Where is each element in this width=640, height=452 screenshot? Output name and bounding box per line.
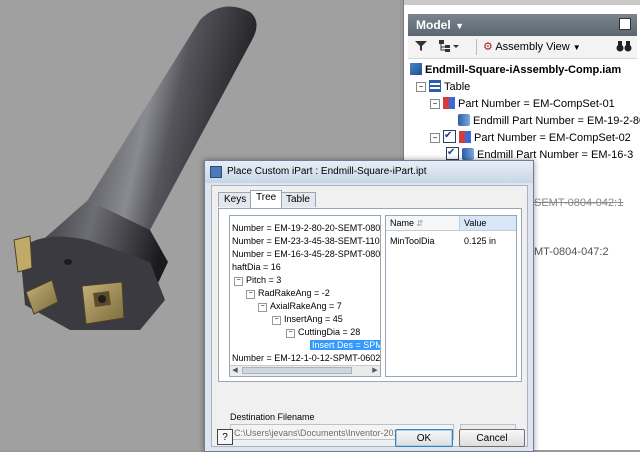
tree-row[interactable]: Number = EM-19-2-80-20-SEMT-0804-0	[232, 222, 380, 234]
browser-toolbar: ⚙ Assembly View ▼	[408, 36, 637, 59]
dialog-body: Keys Tree Table Number = EM-19-2-80-20-S…	[211, 185, 528, 447]
column-header-name[interactable]: Name ⇵	[386, 216, 460, 230]
assembly-view-icon: ⚙	[483, 41, 493, 53]
table-icon	[429, 80, 441, 92]
binoculars-icon[interactable]	[616, 39, 632, 55]
scroll-right-icon[interactable]: ▶	[370, 366, 380, 376]
assembly-view-label: Assembly View	[495, 41, 570, 53]
ipart-tree-list[interactable]: Number = EM-19-2-80-20-SEMT-0804-0 Numbe…	[229, 215, 381, 377]
tree-tab-pane: Number = EM-19-2-80-20-SEMT-0804-0 Numbe…	[218, 208, 522, 382]
checkmark-icon	[446, 145, 459, 161]
cancel-button[interactable]: Cancel	[459, 429, 525, 447]
assembly-view-dropdown[interactable]: ⚙ Assembly View ▼	[476, 39, 581, 55]
tab-keys[interactable]: Keys	[218, 192, 253, 207]
chevron-down-icon[interactable]: ▼	[453, 21, 464, 31]
scrollbar-thumb[interactable]	[242, 367, 352, 374]
collapse-icon[interactable]: −	[416, 82, 426, 92]
collapse-icon[interactable]: −	[272, 316, 281, 325]
close-icon[interactable]	[619, 18, 631, 30]
ipart-row-icon	[459, 131, 471, 143]
tree-item-label: Endmill Part Number = EM-19-2-80	[473, 115, 640, 127]
occluded-text-2: MT-0804-047:2	[534, 246, 609, 258]
scroll-left-icon[interactable]: ◀	[230, 366, 240, 376]
table-cell-value: 0.125 in	[464, 236, 497, 246]
ipart-app-icon	[210, 166, 222, 178]
hierarchy-icon[interactable]	[438, 39, 460, 55]
tree-table-label: Table	[444, 81, 471, 93]
place-custom-ipart-dialog: Place Custom iPart : Endmill-Square-iPar…	[204, 160, 534, 452]
collapse-icon[interactable]: −	[234, 277, 243, 286]
filter-icon[interactable]	[414, 39, 428, 55]
tree-root[interactable]: Endmill-Square-iAssembly-Comp.iam	[410, 62, 621, 78]
ipart-values-list[interactable]: Name ⇵ Value MinToolDia 0.125 in	[385, 215, 517, 377]
collapse-icon[interactable]: −	[286, 329, 295, 338]
collapse-icon[interactable]: −	[430, 133, 440, 143]
collapse-icon[interactable]: −	[246, 290, 255, 299]
part-icon	[462, 148, 474, 160]
horizontal-scrollbar[interactable]: ◀ ▶	[230, 365, 380, 376]
ipart-row-icon	[443, 97, 455, 109]
tree-row[interactable]: − Pitch = 3	[234, 274, 281, 286]
ok-button[interactable]: OK	[395, 429, 453, 447]
list-header: Name ⇵ Value	[386, 216, 516, 231]
tree-row[interactable]: haftDia = 16	[232, 261, 281, 273]
chevron-down-icon: ▼	[572, 43, 581, 52]
tree-item-compset-02[interactable]: − Part Number = EM-CompSet-02	[430, 128, 631, 146]
checkmark-icon	[443, 128, 456, 144]
tree-row[interactable]: − AxialRakeAng = 7	[258, 300, 342, 312]
sort-icon: ⇵	[416, 219, 424, 228]
browser-title: Model	[416, 18, 451, 32]
tree-row[interactable]: − InsertAng = 45	[272, 313, 343, 325]
tree-item-endmill-01[interactable]: Endmill Part Number = EM-19-2-80	[458, 113, 640, 129]
assembly-icon	[410, 63, 422, 75]
tree-item-table[interactable]: − Table	[416, 79, 470, 95]
dialog-titlebar[interactable]: Place Custom iPart : Endmill-Square-iPar…	[205, 161, 533, 183]
collapse-icon[interactable]: −	[430, 99, 440, 109]
occluded-text-1: SEMT-0804-042:1	[534, 197, 624, 209]
tree-root-label: Endmill-Square-iAssembly-Comp.iam	[425, 64, 622, 76]
tab-table[interactable]: Table	[280, 192, 316, 207]
table-cell-name: MinToolDia	[390, 236, 435, 246]
tree-item-label: Part Number = EM-CompSet-01	[458, 98, 615, 110]
column-header-value[interactable]: Value	[460, 216, 516, 230]
tree-row[interactable]: Number = EM-12-1-0-12-SPMT-0602-04	[232, 352, 380, 364]
help-button[interactable]: ?	[217, 429, 233, 445]
browser-header[interactable]: Model ▼	[408, 14, 637, 36]
destination-label: Destination Filename	[230, 412, 315, 422]
browser-top-stripe	[404, 0, 640, 5]
tree-row[interactable]: Number = EM-16-3-45-28-SPMT-0804-0	[232, 248, 380, 260]
tree-row[interactable]: − RadRakeAng = -2	[246, 287, 330, 299]
tree-row-selected[interactable]: Insert Des = SPM	[310, 339, 380, 351]
tab-tree[interactable]: Tree	[250, 190, 283, 208]
collapse-icon[interactable]: −	[258, 303, 267, 312]
part-icon	[458, 114, 470, 126]
tree-row[interactable]: Number = EM-23-3-45-38-SEMT-1104-08	[232, 235, 380, 247]
tree-row[interactable]: − CuttingDia = 28	[286, 326, 360, 338]
tree-item-compset-01[interactable]: − Part Number = EM-CompSet-01	[430, 96, 615, 112]
tree-item-label: Part Number = EM-CompSet-02	[474, 132, 631, 144]
dialog-title: Place Custom iPart : Endmill-Square-iPar…	[227, 166, 427, 177]
